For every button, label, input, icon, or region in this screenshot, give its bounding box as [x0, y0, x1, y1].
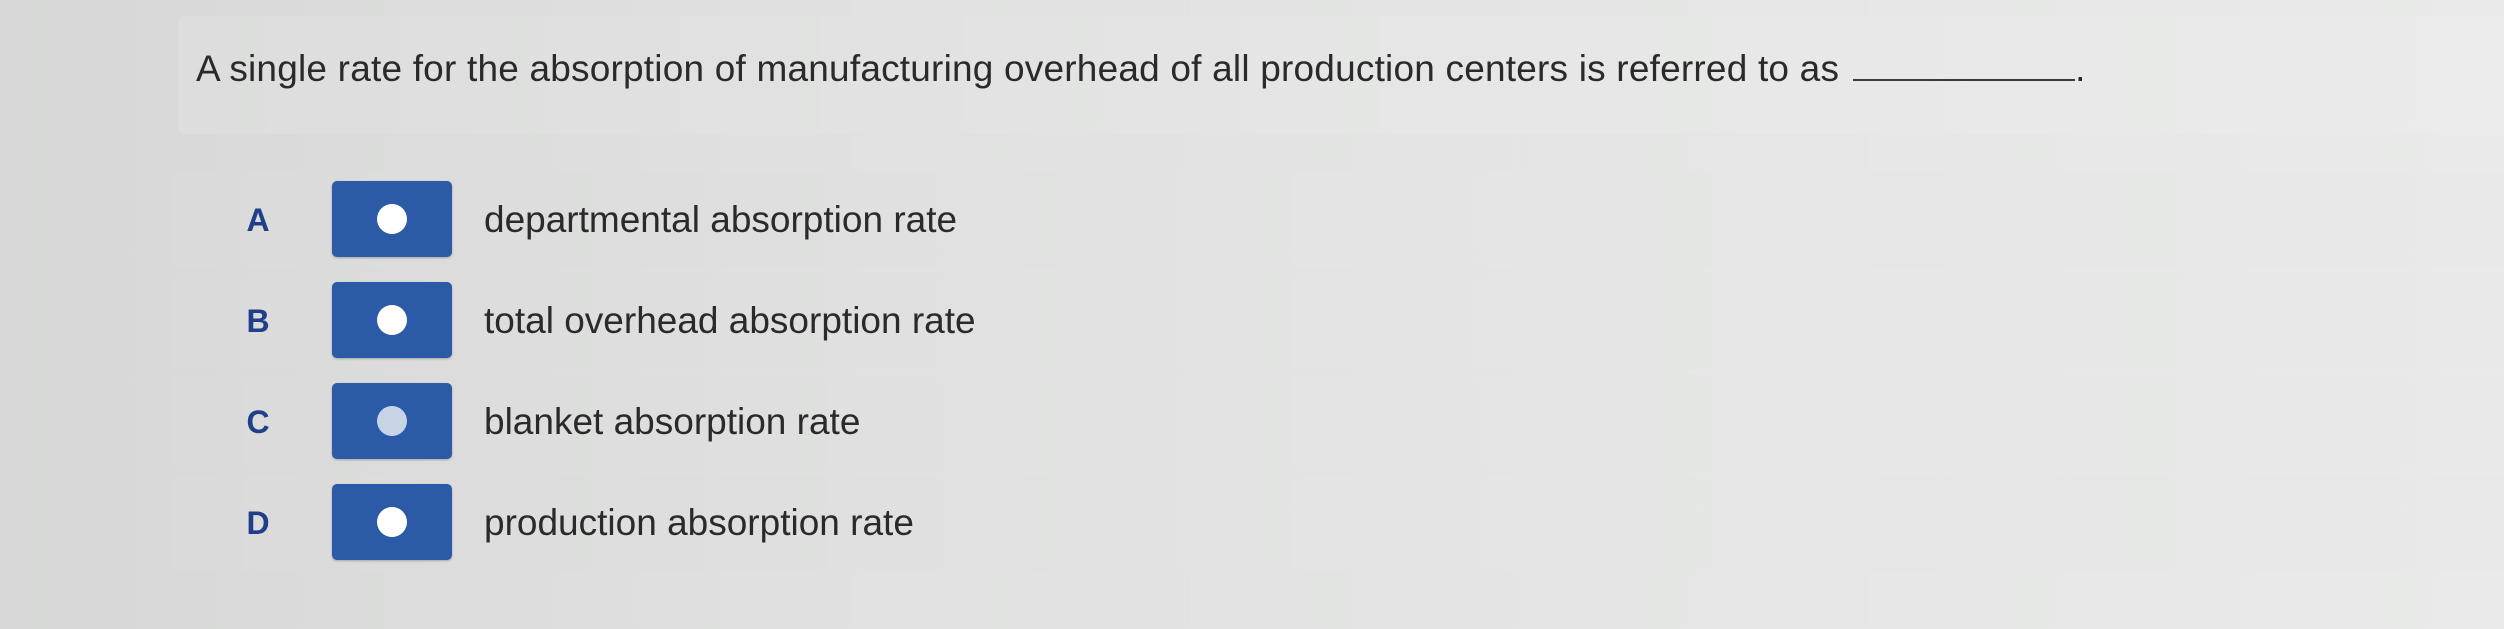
option-letter: A [246, 202, 270, 238]
radio-circle-icon [377, 507, 407, 537]
radio-circle-icon [377, 305, 407, 335]
option-row-d[interactable]: D production absorption rate [172, 475, 2504, 571]
option-d-radio-button[interactable] [332, 484, 452, 560]
radio-circle-icon [377, 406, 407, 436]
question-text: A single rate for the absorption of manu… [196, 48, 1840, 89]
option-a-radio-button[interactable] [332, 181, 452, 257]
option-row-c[interactable]: C blanket absorption rate [172, 374, 2504, 470]
option-letter: B [246, 303, 270, 339]
option-label: blanket absorption rate [484, 401, 861, 442]
option-label: total overhead absorption rate [484, 300, 976, 341]
option-c-radio-button[interactable] [332, 383, 452, 459]
radio-circle-icon [377, 204, 407, 234]
option-label: departmental absorption rate [484, 199, 958, 240]
question-period: . [2075, 48, 2086, 89]
option-row-b[interactable]: B total overhead absorption rate [172, 273, 2504, 369]
option-row-a[interactable]: A departmental absorption rate [172, 172, 2504, 268]
option-letter: C [246, 404, 270, 440]
option-label: production absorption rate [484, 502, 914, 543]
option-b-radio-button[interactable] [332, 282, 452, 358]
question-prompt: A single rate for the absorption of manu… [196, 48, 2086, 90]
option-letter: D [246, 505, 270, 541]
answer-options: A departmental absorption rate B total o… [172, 172, 2504, 576]
answer-blank [1853, 49, 2076, 81]
